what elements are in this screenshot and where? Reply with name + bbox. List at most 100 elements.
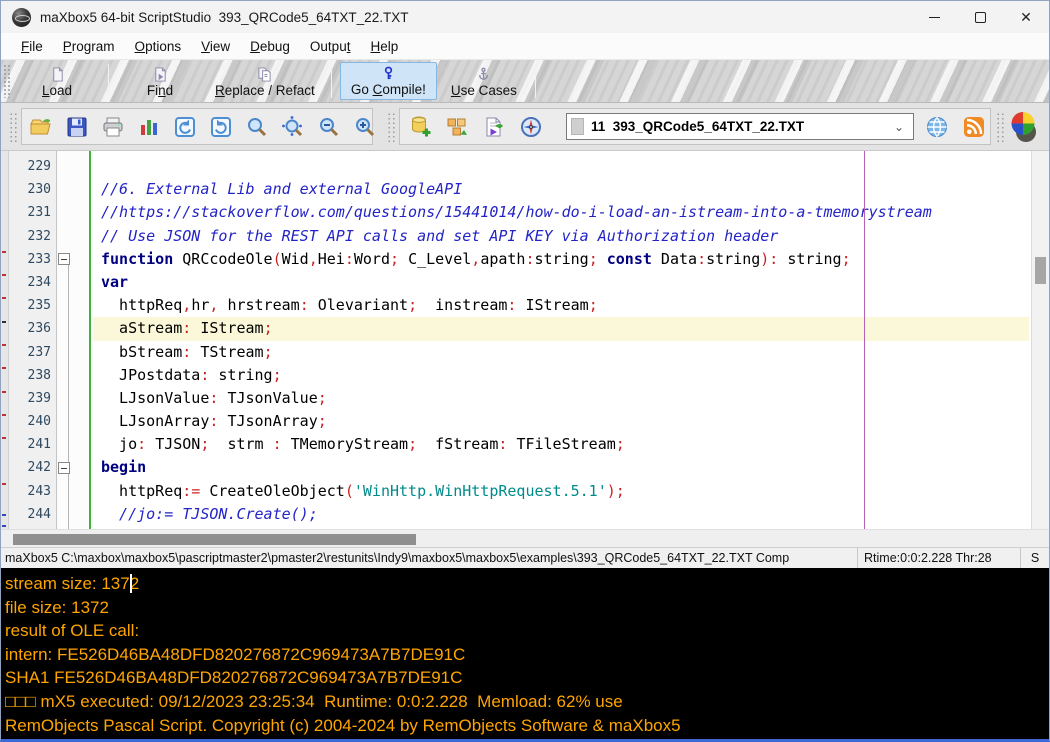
line-number: 230 xyxy=(27,182,51,198)
globe-icon xyxy=(926,116,947,137)
line-number: 244 xyxy=(27,506,51,522)
line-number: 241 xyxy=(27,437,51,453)
horizontal-scrollbar[interactable] xyxy=(1,529,1049,547)
fold-collapse-icon[interactable] xyxy=(58,253,70,266)
line-number: 239 xyxy=(27,390,51,406)
change-marks xyxy=(2,251,6,253)
minimize-button[interactable] xyxy=(911,1,957,33)
rss-button[interactable] xyxy=(961,114,986,139)
fold-collapse-icon[interactable] xyxy=(58,462,70,475)
redo-button[interactable] xyxy=(209,114,233,139)
toolbar-button-label: Go Compile! xyxy=(350,82,426,97)
code-line[interactable]: jo: TJSON; strm : TMemoryStream; fStream… xyxy=(93,433,1029,456)
console-output[interactable]: stream size: 1372 file size: 1372 result o… xyxy=(1,568,1049,739)
code-line[interactable]: httpReq,hr, hrstream: Olevariant; instre… xyxy=(93,294,1029,317)
code-line[interactable]: //jo:= TJSON.Create(); xyxy=(93,503,1029,526)
maxbox-ball-button[interactable] xyxy=(1007,109,1041,145)
script-selector-dropdown[interactable]: 11 393_QRCode5_64TXT_22.TXT ⌄ xyxy=(566,113,914,140)
change-bar xyxy=(1,151,9,529)
code-line[interactable]: //6. External Lib and external GoogleAPI xyxy=(93,178,1029,201)
code-line[interactable]: //https://stackoverflow.com/questions/15… xyxy=(93,201,1029,224)
web-button[interactable] xyxy=(924,114,949,139)
code-text-area[interactable]: //6. External Lib and external GoogleAPI… xyxy=(93,151,1029,529)
open-file-button[interactable] xyxy=(29,114,53,139)
toolbar-separator xyxy=(330,64,332,98)
toolbar-button-label: Use Cases xyxy=(450,82,517,98)
line-number: 234 xyxy=(27,274,51,290)
code-line[interactable]: LJsonArray: TJsonArray; xyxy=(93,410,1029,433)
undo-button[interactable] xyxy=(173,114,197,139)
save-button[interactable] xyxy=(65,114,89,139)
magnifier-plus-icon xyxy=(356,117,375,136)
code-line[interactable]: JPostdata: string; xyxy=(93,364,1029,387)
undo-icon xyxy=(175,116,195,137)
code-line[interactable] xyxy=(93,155,1029,178)
maximize-button[interactable] xyxy=(957,1,1003,33)
zoom-pan-button[interactable] xyxy=(281,114,305,139)
menu-item-view[interactable]: View xyxy=(191,36,240,57)
compile-icon xyxy=(381,65,396,81)
chart-button[interactable] xyxy=(137,114,161,139)
zoom-button[interactable] xyxy=(245,114,269,139)
code-line[interactable]: begin xyxy=(93,456,1029,479)
zoom-in-button[interactable] xyxy=(353,114,377,139)
close-icon: ✕ xyxy=(1020,9,1032,25)
menu-item-output[interactable]: Output xyxy=(300,36,361,57)
menu-item-file[interactable]: File xyxy=(11,36,53,57)
redo-icon xyxy=(211,116,231,137)
load-icon xyxy=(50,65,65,82)
floppy-save-icon xyxy=(67,117,87,136)
vertical-scrollbar[interactable] xyxy=(1031,151,1049,529)
icon-toolbar: 11 393_QRCode5_64TXT_22.TXT ⌄ xyxy=(1,103,1049,151)
toolbar-grip[interactable] xyxy=(996,112,1005,142)
open-folder-icon xyxy=(30,118,51,134)
toolbar-button-usecases[interactable]: Use Cases xyxy=(439,60,529,102)
code-line[interactable]: httpReq:= CreateOleObject('WinHttp.WinHt… xyxy=(93,480,1029,503)
app-window: maXbox5 64-bit ScriptStudio 393_QRCode5_… xyxy=(0,0,1050,742)
menu-item-debug[interactable]: Debug xyxy=(240,36,300,57)
toolbar-button-replace[interactable]: Replace / Refact xyxy=(205,60,325,102)
line-number: 235 xyxy=(27,298,51,314)
usecases-icon xyxy=(476,65,491,82)
toolbar-grip[interactable] xyxy=(9,112,18,142)
line-number: 237 xyxy=(27,344,51,360)
menu-item-help[interactable]: Help xyxy=(360,36,408,57)
code-line[interactable]: // Use JSON for the REST API calls and s… xyxy=(93,225,1029,248)
toolbar-grip[interactable] xyxy=(3,64,10,98)
database-add-button[interactable] xyxy=(407,114,432,139)
close-button[interactable]: ✕ xyxy=(1003,1,1049,33)
console-line: SHA1 FE526D46BA48DFD820276872C969473A7B7… xyxy=(5,668,463,688)
menu-item-options[interactable]: Options xyxy=(125,36,192,57)
toolbar-button-find[interactable]: Find xyxy=(115,60,205,102)
magnifier-pan-icon xyxy=(282,115,303,136)
line-number: 243 xyxy=(27,483,51,499)
main-toolbar: Load Find Replace / Refact Go Compile! Use C… xyxy=(1,59,1049,103)
script-export-icon xyxy=(486,117,503,136)
toolbar-button-compile[interactable]: Go Compile! xyxy=(339,62,437,100)
compass-button[interactable] xyxy=(518,114,543,139)
code-line[interactable]: aStream: IStream; xyxy=(93,317,1029,341)
toolbar-button-label: Load xyxy=(41,82,73,98)
console-line: result of OLE call: xyxy=(5,621,140,641)
vertical-scrollbar-thumb[interactable] xyxy=(1035,257,1046,284)
menu-item-program[interactable]: Program xyxy=(53,36,125,57)
code-line[interactable]: var xyxy=(93,271,1029,294)
replace-icon xyxy=(257,65,272,82)
export-run-button[interactable] xyxy=(481,114,506,139)
app-icon xyxy=(12,7,31,27)
toolbar-grip[interactable] xyxy=(387,112,396,142)
code-editor[interactable]: 229 230 231 232 233 234 235 236 237 238 239 240 241 2… xyxy=(1,151,1049,529)
toolbar-separator xyxy=(534,64,536,98)
zoom-out-button[interactable] xyxy=(317,114,341,139)
bricks-arrow-icon xyxy=(447,118,467,135)
print-button[interactable] xyxy=(101,114,125,139)
horizontal-scrollbar-thumb[interactable] xyxy=(13,533,416,545)
code-line[interactable]: function QRCcodeOle(Wid,Hei:Word; C_Leve… xyxy=(93,248,1029,271)
code-line[interactable]: LJsonValue: TJsonValue; xyxy=(93,387,1029,410)
refactor-button[interactable] xyxy=(444,114,469,139)
code-line[interactable]: bStream: TStream; xyxy=(93,341,1029,364)
toolbar-button-load[interactable]: Load xyxy=(12,60,102,102)
database-add-icon xyxy=(411,115,430,136)
compass-icon xyxy=(520,116,541,137)
magnifier-minus-icon xyxy=(320,117,339,136)
